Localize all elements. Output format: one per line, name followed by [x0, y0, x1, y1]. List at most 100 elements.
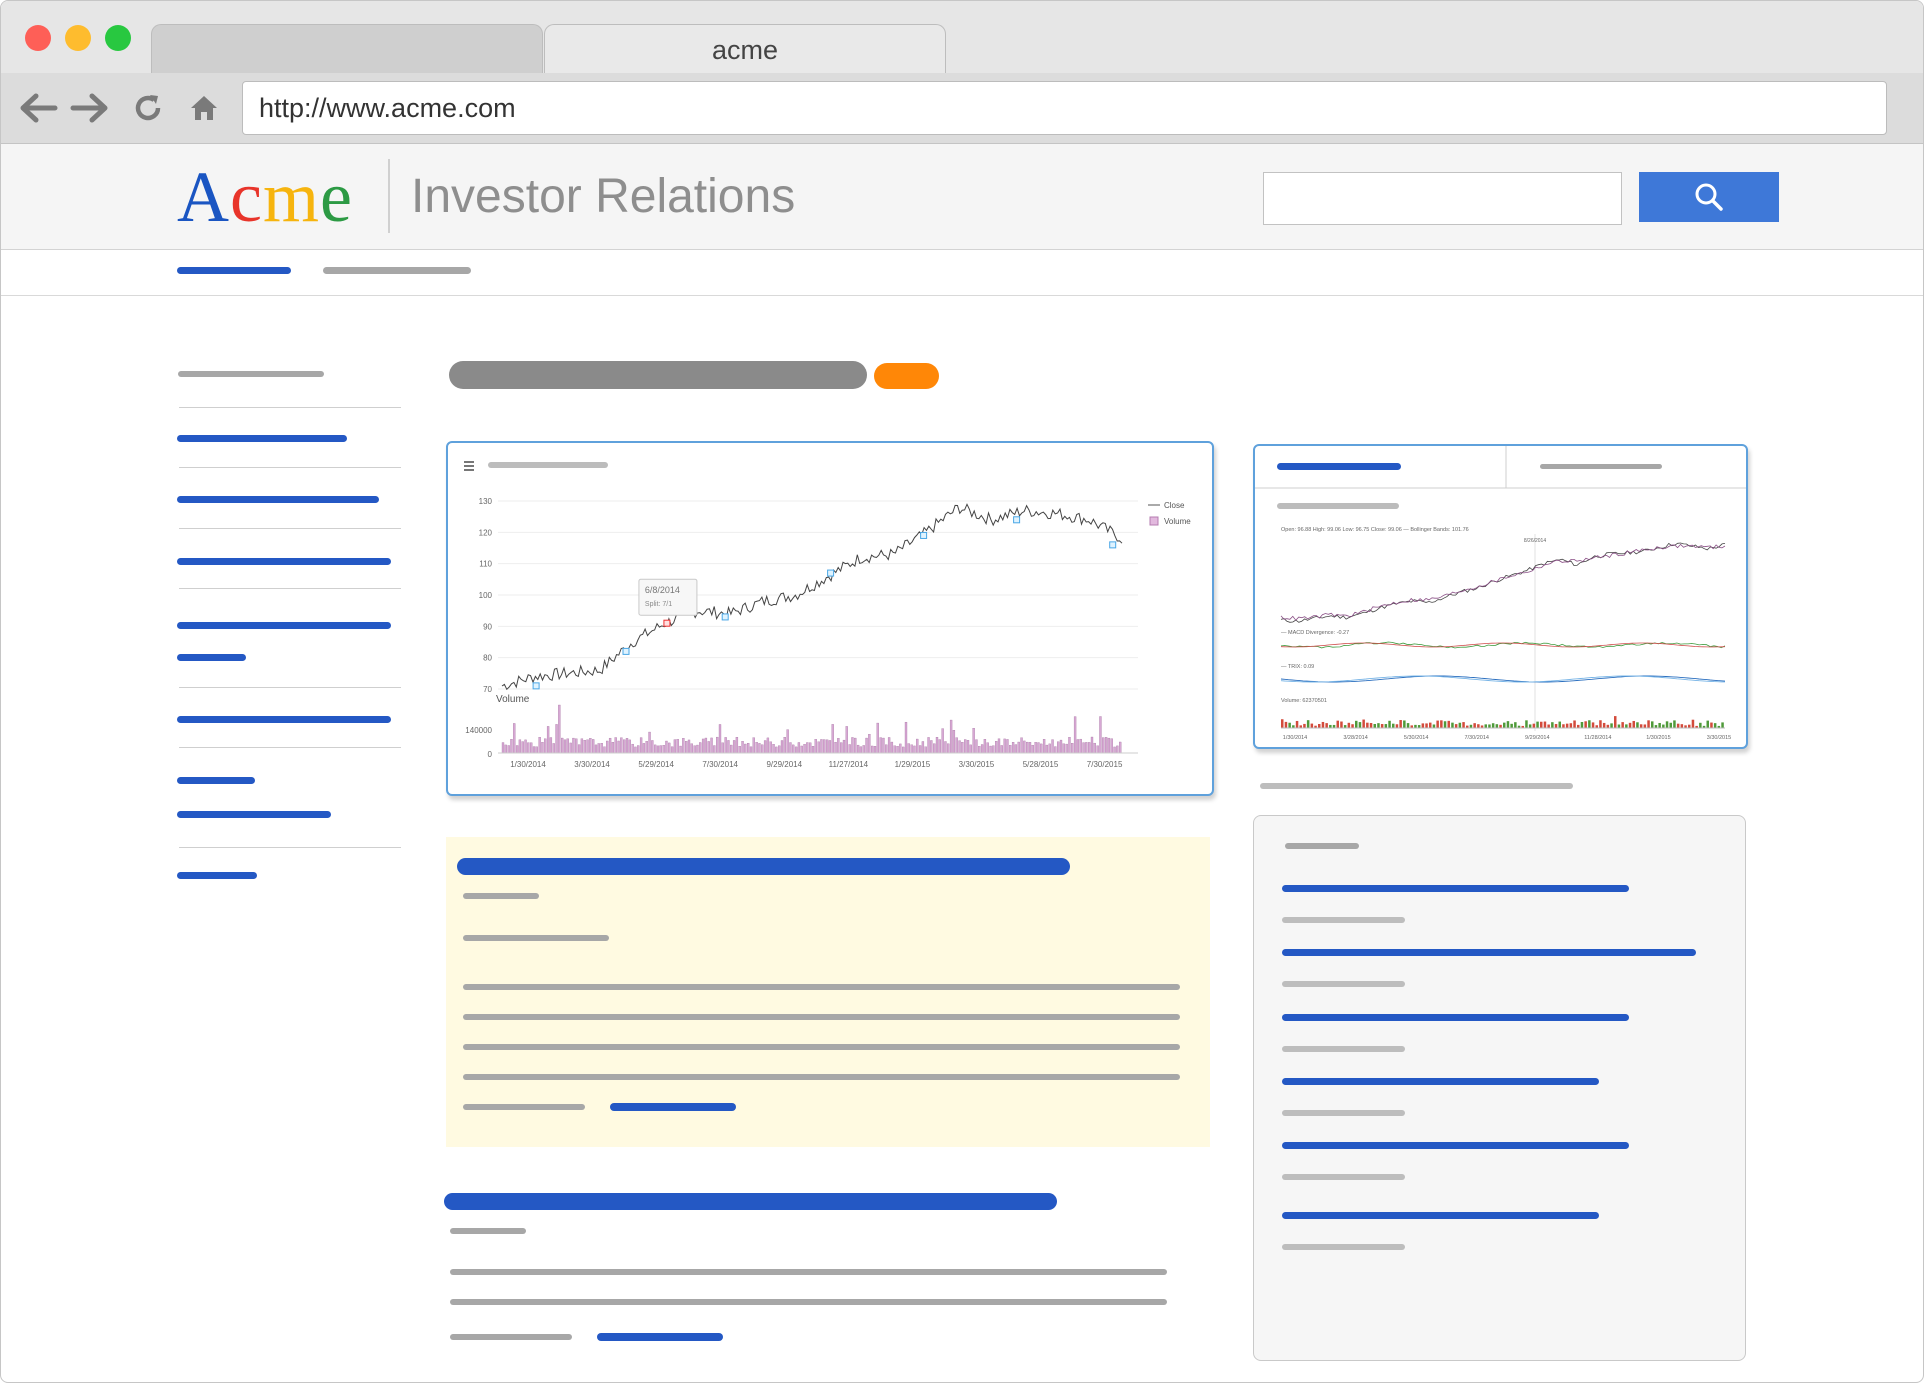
y-tick-label: 120 [479, 528, 493, 537]
news-link[interactable] [1282, 1014, 1629, 1021]
article-title[interactable] [444, 1193, 1057, 1210]
technical-chart: Open: 96.88 High: 99.06 Low: 96.75 Close… [1255, 446, 1746, 741]
volume-bar [1710, 722, 1713, 728]
volume-bar [775, 746, 778, 754]
volume-bar [1085, 742, 1088, 754]
volume-bar [966, 740, 970, 754]
sidebar-link[interactable] [177, 872, 257, 879]
subnav-item-active[interactable] [177, 267, 291, 274]
close-window-button[interactable] [25, 25, 51, 51]
volume-bar [721, 742, 724, 754]
volume-bar [555, 724, 558, 754]
volume-bar [865, 737, 868, 754]
volume-bar [1303, 723, 1306, 728]
maximize-window-button[interactable] [105, 25, 131, 51]
read-more-link[interactable] [597, 1333, 723, 1341]
volume-bar [949, 719, 953, 754]
address-bar[interactable]: http://www.acme.com [242, 81, 1887, 135]
volume-bar [685, 741, 688, 754]
news-date [1282, 917, 1405, 923]
y-tick-label: 90 [483, 622, 492, 631]
back-arrow-icon[interactable] [19, 93, 59, 127]
volume-bar [1495, 724, 1499, 728]
logo-letter: c [230, 157, 263, 237]
x-tick-label: 3/30/2014 [574, 760, 610, 769]
volume-bar [679, 745, 682, 754]
tab-acme[interactable]: acme [544, 24, 946, 74]
volume-bar [1028, 742, 1032, 754]
volume-bar [1096, 745, 1099, 754]
stock-chart-card[interactable]: 130 120 110 100 90 80 70 6/8/2014 Split: 7/1 Clos… [446, 441, 1214, 796]
sidebar-link[interactable] [177, 622, 391, 629]
volume-bar [1388, 720, 1391, 728]
forward-arrow-icon[interactable] [69, 93, 109, 127]
volume-bar [1713, 723, 1717, 728]
volume-tick-label: 0 [488, 750, 493, 759]
news-link[interactable] [1282, 1142, 1629, 1149]
browser-window: acme http://www.acme.com Acme Investor R… [0, 0, 1924, 1383]
news-link[interactable] [1282, 1078, 1599, 1085]
volume-bar [1104, 737, 1108, 754]
x-tick-label: 3/30/2015 [1707, 735, 1731, 741]
volume-bar [1369, 722, 1373, 728]
sidebar-link[interactable] [177, 716, 391, 723]
volume-bar [1042, 739, 1046, 754]
volume-bar [885, 744, 888, 754]
search-input[interactable] [1263, 172, 1622, 225]
sidebar-link[interactable] [177, 496, 379, 503]
volume-bar [1658, 722, 1661, 728]
volume-bar [501, 742, 505, 754]
volume-bar [628, 739, 631, 754]
news-link[interactable] [1282, 885, 1629, 892]
sidebar-link[interactable] [177, 435, 347, 442]
sidebar-link[interactable] [177, 811, 331, 818]
volume-bar [1721, 722, 1724, 728]
volume-bar [1491, 723, 1495, 728]
volume-bar [1395, 724, 1399, 728]
volume-bar [859, 746, 863, 754]
volume-bar [749, 746, 753, 754]
volume-bar [699, 742, 702, 754]
volume-bar [975, 739, 978, 754]
volume-bar [651, 740, 654, 754]
news-link[interactable] [1282, 1212, 1599, 1219]
volume-bar [606, 740, 609, 754]
reload-icon[interactable] [133, 93, 163, 127]
x-tick-label: 3/28/2014 [1343, 735, 1367, 741]
article-text-line [450, 1334, 572, 1340]
volume-bar [899, 743, 902, 754]
volume-bar [938, 739, 941, 754]
featured-article-title[interactable] [457, 858, 1070, 875]
subnav-item[interactable] [323, 267, 471, 274]
volume-bar [696, 744, 699, 754]
volume-bar [1093, 742, 1096, 754]
status-badge [874, 363, 939, 389]
volume-bar [738, 746, 741, 754]
minimize-window-button[interactable] [65, 25, 91, 51]
sidebar-divider [179, 407, 401, 408]
volume-bar [958, 740, 961, 754]
volume-bar [1540, 721, 1543, 728]
volume-bar [1295, 720, 1299, 728]
sidebar-link[interactable] [177, 558, 391, 565]
search-button[interactable] [1639, 172, 1779, 222]
home-icon[interactable] [189, 93, 219, 127]
volume-bar [656, 745, 660, 754]
sidebar-link[interactable] [177, 777, 255, 784]
technical-chart-card[interactable]: Open: 96.88 High: 99.06 Low: 96.75 Close… [1253, 444, 1748, 749]
url-text: http://www.acme.com [259, 93, 516, 123]
acme-logo[interactable]: Acme [177, 157, 353, 237]
read-more-link[interactable] [610, 1103, 736, 1111]
tab-inactive[interactable] [151, 24, 543, 74]
volume-bar [845, 726, 848, 754]
featured-article [446, 837, 1210, 1147]
volume-bar [1599, 720, 1602, 728]
volume-bar [766, 737, 770, 754]
volume-bar [583, 740, 586, 754]
tab-active [1277, 463, 1401, 470]
volume-bar [1621, 722, 1624, 728]
sidebar-link[interactable] [177, 654, 246, 661]
event-flag [721, 613, 729, 621]
news-link[interactable] [1282, 949, 1696, 956]
volume-bar [532, 746, 536, 754]
